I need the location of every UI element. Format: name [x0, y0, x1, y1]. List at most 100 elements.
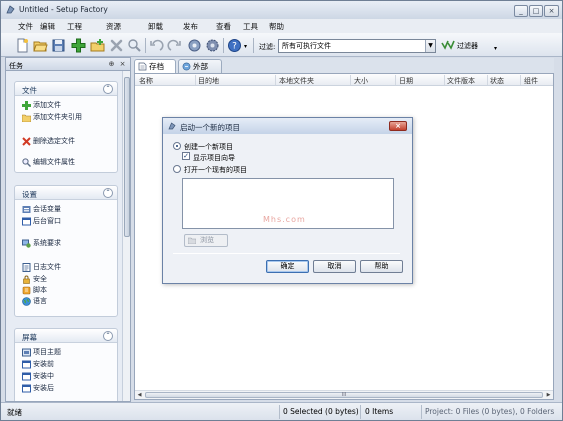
column-component[interactable]: 组件 [524, 76, 538, 86]
task-edit-file-properties[interactable]: 编辑文件属性 [22, 158, 75, 167]
menu-view[interactable]: 查看 [216, 21, 231, 32]
variables-icon [22, 206, 31, 213]
dialog-title: 启动一个新的项目 [180, 123, 240, 132]
column-destination[interactable]: 目的地 [198, 76, 219, 86]
watermark-text: Mhs.com [263, 215, 306, 224]
column-file-version[interactable]: 文件版本 [447, 76, 475, 86]
help-dropdown-arrow-icon[interactable]: ▾ [244, 43, 247, 50]
task-label: 后台窗口 [33, 217, 61, 225]
recent-projects-list[interactable]: Mhs.com [182, 178, 394, 229]
delete-icon [22, 137, 31, 146]
close-pane-icon[interactable]: × [118, 60, 127, 69]
menu-project[interactable]: 工程 [67, 21, 82, 32]
help-icon[interactable]: ? [227, 38, 242, 53]
build-icon[interactable] [187, 38, 202, 53]
toolbar-separator [253, 38, 254, 53]
scroll-left-icon[interactable]: ◀ [135, 391, 144, 399]
column-date[interactable]: 日期 [399, 76, 413, 86]
cancel-button[interactable]: 取消 [313, 260, 356, 273]
filter-select[interactable]: 所有可执行文件 ▼ [278, 39, 436, 53]
task-before-install[interactable]: 安装前 [22, 360, 54, 369]
toolbar-overflow-icon[interactable]: ▾ [494, 45, 497, 52]
column-local-folder[interactable]: 本地文件夹 [279, 76, 314, 86]
task-during-install[interactable]: 安装中 [22, 372, 54, 381]
task-security[interactable]: 安全 [22, 275, 47, 284]
file-list-hscrollbar[interactable]: ◀ III ▶ [135, 390, 553, 399]
task-script[interactable]: 脚本 [22, 286, 47, 295]
browse-button[interactable]: 浏览 [184, 234, 228, 247]
maximize-button[interactable]: □ [529, 5, 543, 17]
task-background-window[interactable]: 后台窗口 [22, 217, 61, 226]
group-files-header[interactable]: 文件 ⌃ [15, 82, 117, 96]
close-button[interactable]: × [544, 5, 559, 17]
ok-button[interactable]: 确定 [266, 260, 309, 273]
scroll-right-icon[interactable]: ▶ [544, 391, 553, 399]
scrollbar-thumb[interactable]: III [145, 392, 543, 398]
menu-edit[interactable]: 编辑 [40, 21, 55, 32]
task-log-file[interactable]: 日志文件 [22, 263, 61, 272]
search-icon[interactable] [127, 38, 142, 53]
task-label: 安装后 [33, 384, 54, 392]
checkbox-show-wizard[interactable]: ✓ [182, 152, 190, 160]
status-divider [360, 405, 361, 419]
task-project-theme[interactable]: 项目主题 [22, 348, 61, 357]
tab-archive[interactable]: 存档 [134, 59, 176, 73]
tab-external[interactable]: 外部 [178, 59, 222, 73]
chevron-down-icon[interactable]: ▼ [425, 40, 435, 52]
chevron-up-icon[interactable]: ⌃ [103, 84, 113, 94]
setup-factory-logo-icon [6, 5, 15, 14]
column-status[interactable]: 状态 [490, 76, 504, 86]
task-session-variables[interactable]: 会话变量 [22, 205, 61, 213]
task-delete-selected[interactable]: 删除选定文件 [22, 137, 75, 146]
group-settings-header[interactable]: 设置 ⌃ [15, 186, 117, 200]
task-label: 安装中 [33, 372, 54, 380]
menu-file[interactable]: 文件 [18, 21, 33, 32]
menu-uninstall[interactable]: 卸载 [148, 21, 163, 32]
scrollbar-thumb[interactable] [124, 77, 130, 237]
task-after-install[interactable]: 安装后 [22, 384, 54, 393]
screen-icon [22, 384, 31, 393]
add-folder-icon[interactable] [90, 38, 105, 53]
radio-open-existing-project[interactable] [173, 165, 181, 173]
chevron-up-icon[interactable]: ⌃ [103, 188, 113, 198]
menu-help[interactable]: 帮助 [269, 21, 284, 32]
external-icon [182, 62, 191, 71]
search-icon [22, 158, 31, 167]
title-bar: Untitled - Setup Factory _ □ × [1, 1, 562, 19]
status-items: 0 Items [365, 407, 394, 416]
menu-tools[interactable]: 工具 [243, 21, 258, 32]
toolbar-separator [223, 38, 224, 53]
menu-resources[interactable]: 资源 [106, 21, 121, 32]
globe-icon [22, 297, 31, 306]
add-icon[interactable] [71, 38, 86, 53]
task-label: 语言 [33, 297, 47, 305]
open-icon[interactable] [33, 38, 48, 53]
task-add-files[interactable]: 添加文件 [22, 101, 61, 110]
column-name[interactable]: 名称 [139, 76, 153, 86]
task-system-requirements[interactable]: 系统要求 [22, 239, 61, 248]
menu-publish[interactable]: 发布 [183, 21, 198, 32]
pin-icon[interactable]: ⊕ [107, 60, 116, 69]
chevron-up-icon[interactable]: ⌃ [103, 331, 113, 341]
undo-icon[interactable] [149, 38, 164, 53]
dialog-close-button[interactable]: × [389, 121, 407, 131]
settings-icon[interactable] [205, 38, 220, 53]
tasks-pane-scrollbar[interactable] [122, 71, 130, 401]
delete-icon[interactable] [109, 38, 124, 53]
redo-icon[interactable] [167, 38, 182, 53]
tab-label: 外部 [193, 62, 208, 71]
tasks-pane: 任务 ⊕ × 文件 ⌃ 添加文件 添加文件夹引用 删除选定文件 编辑文件属性 设… [5, 57, 131, 402]
minimize-button[interactable]: _ [514, 5, 528, 17]
new-icon[interactable] [15, 38, 30, 53]
status-ready: 就绪 [7, 408, 22, 417]
help-button[interactable]: 帮助 [360, 260, 403, 273]
window-title: Untitled - Setup Factory [19, 5, 108, 14]
save-icon[interactable] [51, 38, 66, 53]
radio-create-new-project[interactable] [173, 142, 181, 150]
filter-button[interactable]: 过滤器 [441, 39, 478, 53]
task-language[interactable]: 语言 [22, 297, 47, 306]
group-screens-header[interactable]: 屏幕 ⌃ [15, 329, 117, 343]
checkbox-show-wizard-label: 显示项目向导 [193, 154, 235, 162]
column-size[interactable]: 大小 [354, 76, 368, 86]
task-add-folder-reference[interactable]: 添加文件夹引用 [22, 113, 92, 122]
